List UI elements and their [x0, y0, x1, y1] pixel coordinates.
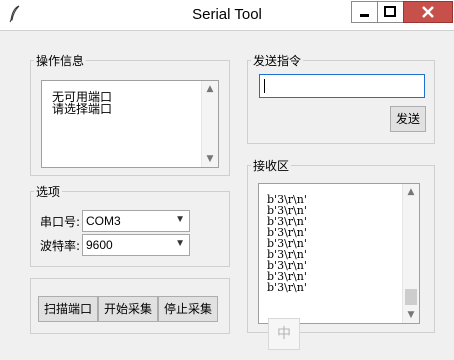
close-button[interactable] — [403, 1, 453, 23]
options-group-title: 选项 — [36, 185, 61, 199]
chevron-down-icon: ▼ — [175, 238, 185, 249]
info-lines: 无可用端口 请选择端口 — [52, 91, 112, 115]
receive-scrollbar[interactable]: ▲ ▼ — [402, 184, 419, 323]
scroll-down-icon[interactable]: ▼ — [202, 151, 218, 167]
stop-capture-button[interactable]: 停止采集 — [158, 296, 218, 322]
send-button[interactable]: 发送 — [390, 106, 426, 132]
chevron-down-icon: ▼ — [175, 214, 185, 225]
port-label: 串口号: — [40, 215, 81, 229]
baud-select[interactable]: 9600 ▼ — [82, 234, 190, 256]
minimize-button[interactable] — [351, 1, 378, 23]
minimize-icon — [360, 14, 369, 17]
ime-indicator[interactable]: 中 — [268, 318, 300, 350]
receive-line: b'3\r\n' — [267, 281, 307, 294]
start-capture-button[interactable]: 开始采集 — [98, 296, 158, 322]
scroll-up-icon[interactable]: ▲ — [202, 81, 218, 97]
info-scrollbar[interactable]: ▲ ▼ — [201, 81, 218, 167]
maximize-button[interactable] — [377, 1, 404, 23]
command-input[interactable] — [259, 74, 425, 98]
scroll-down-icon[interactable]: ▼ — [403, 307, 419, 323]
baud-value: 9600 — [86, 238, 113, 252]
close-icon — [422, 6, 434, 18]
info-textbox[interactable]: 无可用端口 请选择端口 ▲ ▼ — [41, 80, 219, 168]
info-group-title: 操作信息 — [36, 54, 85, 68]
receive-textbox[interactable]: b'3\r\n' b'3\r\n' b'3\r\n' b'3\r\n' b'3\r\n'… — [258, 183, 420, 324]
info-line: 请选择端口 — [52, 102, 113, 116]
text-cursor — [264, 79, 265, 93]
port-value: COM3 — [86, 214, 121, 228]
receive-group-title: 接收区 — [253, 159, 290, 173]
scroll-up-icon[interactable]: ▲ — [403, 184, 419, 200]
scan-ports-button[interactable]: 扫描端口 — [38, 296, 98, 322]
title-bar: Serial Tool — [0, 0, 454, 31]
scroll-thumb[interactable] — [405, 289, 417, 305]
send-group-title: 发送指令 — [253, 54, 302, 68]
maximize-icon — [384, 6, 396, 17]
receive-lines: b'3\r\n' b'3\r\n' b'3\r\n' b'3\r\n' b'3\r\n'… — [267, 194, 307, 293]
port-select[interactable]: COM3 ▼ — [82, 210, 190, 232]
baud-label: 波特率: — [40, 239, 81, 253]
